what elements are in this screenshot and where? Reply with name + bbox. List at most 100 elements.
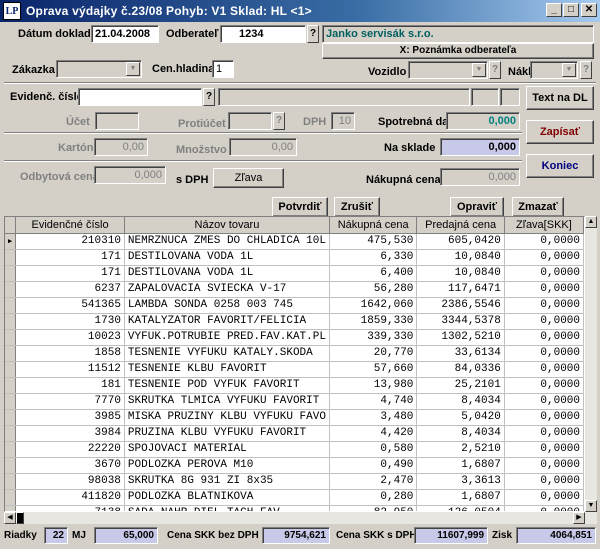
opravit-button[interactable]: Opraviť — [450, 197, 504, 217]
items-grid[interactable]: Evidenčné číslo Názov tovaru Nákupná cen… — [4, 216, 585, 512]
evid-input[interactable] — [78, 88, 202, 106]
protiucet-lookup-button[interactable]: ? — [273, 112, 285, 130]
column-header[interactable]: Evidenčné číslo — [15, 217, 125, 234]
table-row[interactable]: 1858 TESNENIE VYFUKU KATALY.SKODA 20,770 33… — [5, 345, 584, 362]
table-row[interactable]: 181 TESNENIE POD VYFUK FAVORIT 13,980 25,21… — [5, 377, 584, 394]
poznamka-button[interactable]: X: Poznámka odberateľa — [322, 43, 594, 59]
text-na-dl-button[interactable]: Text na DL — [526, 86, 594, 110]
row-indicator[interactable] — [5, 313, 17, 330]
maximize-button[interactable]: □ — [563, 3, 579, 17]
table-row[interactable]: 10023 VYFUK.POTRUBIE PRED.FAV.KAT.PL 339,3… — [5, 329, 584, 346]
predajna-cena-cell: 10,0840 — [416, 265, 505, 282]
s-dph-total-label: Cena SKK s DPH — [336, 530, 417, 541]
table-row[interactable]: 171 DESTILOVANA VODA 1L 6,330 10,0840 0,0000 — [5, 249, 584, 266]
row-indicator[interactable]: ▶ — [5, 233, 17, 250]
dph-input[interactable]: 10 — [331, 112, 355, 130]
scroll-right-icon[interactable]: ▶ — [573, 512, 585, 524]
row-indicator[interactable] — [5, 409, 17, 426]
zrusit-button[interactable]: Zrušiť — [334, 197, 380, 217]
ucet-input[interactable] — [95, 112, 139, 130]
vozidlo-select[interactable]: ▼ — [408, 61, 488, 79]
row-indicator[interactable] — [5, 361, 17, 378]
zakazka-select[interactable]: ▼ — [56, 60, 142, 78]
nazov-tovaru-cell: PRUZINA KLBU VYFUKU FAVORIT — [124, 425, 330, 442]
evid-lookup-button[interactable]: ? — [203, 88, 215, 106]
row-indicator[interactable] — [5, 377, 17, 394]
s-dph-label: s DPH — [176, 174, 209, 186]
nakupna-cena-cell: 475,530 — [329, 233, 418, 250]
close-button[interactable]: ✕ — [581, 3, 597, 17]
scroll-left-icon[interactable]: ◀ — [4, 512, 16, 524]
row-indicator[interactable] — [5, 457, 17, 474]
cenhladina-input[interactable]: 1 — [212, 60, 234, 78]
odberatel-lookup-button[interactable]: ? — [307, 25, 319, 43]
horizontal-scrollbar[interactable]: ◀ ▶ — [4, 512, 597, 524]
nakupna-cena-cell: 57,660 — [329, 361, 418, 378]
nakl-lookup-button[interactable]: ? — [580, 61, 592, 79]
table-row[interactable]: 171 DESTILOVANA VODA 1L 6,400 10,0840 0,0000 — [5, 265, 584, 282]
column-header[interactable]: Nákupná cena — [329, 217, 418, 234]
items-table[interactable]: Evidenčné číslo Názov tovaru Nákupná cen… — [5, 217, 584, 511]
scroll-thumb[interactable] — [16, 512, 24, 524]
nakupna-cena-cell: 20,770 — [329, 345, 418, 362]
row-indicator[interactable] — [5, 281, 17, 298]
mnozstvo-input[interactable]: 0,00 — [229, 138, 297, 156]
nakupna-cena-cell: 1859,330 — [329, 313, 418, 330]
row-indicator[interactable] — [5, 329, 17, 346]
nazov-tovaru-cell: NEMRZNUCA ZMES DO CHLADICA 10L — [124, 233, 330, 250]
zlava-cell: 0,0000 — [504, 505, 584, 511]
title-bar[interactable]: LP Oprava výdajky č.23/08 Pohyb: V1 Skla… — [0, 0, 600, 22]
table-row[interactable]: 3985 MISKA PRUZINY KLBU VYFUKU FAVO 3,480 5… — [5, 409, 584, 426]
row-indicator[interactable] — [5, 441, 17, 458]
column-header[interactable]: Predajná cena — [416, 217, 505, 234]
nazov-tovaru-cell: VYFUK.POTRUBIE PRED.FAV.KAT.PL — [124, 329, 330, 346]
row-indicator[interactable] — [5, 393, 17, 410]
table-row[interactable]: 22220 SPOJOVACI MATERIAL 0,580 2,5210 0,0000 — [5, 441, 584, 458]
chevron-down-icon: ▼ — [562, 63, 576, 77]
odbytova-input[interactable]: 0,000 — [94, 166, 166, 184]
table-row[interactable]: ▶ 210310 NEMRZNUCA ZMES DO CHLADICA 10L 475… — [5, 233, 584, 250]
row-indicator[interactable] — [5, 473, 17, 490]
row-indicator[interactable] — [5, 249, 17, 266]
row-indicator[interactable] — [5, 425, 17, 442]
nakl-select[interactable]: ▼ — [530, 61, 578, 79]
zlava-cell: 0,0000 — [504, 361, 584, 378]
vozidlo-lookup-button[interactable]: ? — [489, 61, 501, 79]
zlava-button[interactable]: Zľava — [213, 168, 284, 188]
zmazat-button[interactable]: Zmazať — [512, 197, 564, 217]
row-indicator[interactable] — [5, 297, 17, 314]
table-row[interactable]: 6237 ZAPALOVACIA SVIECKA V-17 56,280 117,64… — [5, 281, 584, 298]
koniec-button[interactable]: Koniec — [526, 154, 594, 178]
row-indicator[interactable] — [5, 505, 17, 511]
zapisat-button[interactable]: Zapísať — [526, 120, 594, 144]
row-indicator[interactable] — [5, 345, 17, 362]
karton-input[interactable]: 0,00 — [94, 138, 148, 156]
table-row[interactable]: 411820 PODLOZKA BLATNIKOVA 0,280 1,6807 0,00… — [5, 489, 584, 506]
row-indicator[interactable] — [5, 489, 17, 506]
table-row[interactable]: 98038 SKRUTKA 8G 931 ZI 8x35 2,470 3,3613 0,… — [5, 473, 584, 490]
protiucet-input[interactable] — [228, 112, 272, 130]
table-row[interactable]: 3670 PODLOZKA PEROVA M10 0,490 1,6807 0,0000 — [5, 457, 584, 474]
table-row[interactable]: 7770 SKRUTKA TLMICA VYFUKU FAVORIT 4,740 8,… — [5, 393, 584, 410]
zlava-cell: 0,0000 — [504, 329, 584, 346]
minimize-button[interactable]: _ — [546, 3, 562, 17]
table-row[interactable]: 1730 KATALYZATOR FAVORIT/FELICIA 1859,330 3… — [5, 313, 584, 330]
potvrdit-button[interactable]: Potvrdiť — [272, 197, 328, 217]
table-row[interactable]: 3984 PRUZINA KLBU VYFUKU FAVORIT 4,420 8,40… — [5, 425, 584, 442]
column-header[interactable]: Zľava[SKK] — [504, 217, 584, 234]
table-row[interactable]: 541365 LAMBDA SONDA 0258 003 745 1642,060 2… — [5, 297, 584, 314]
predajna-cena-cell: 1,6807 — [416, 457, 505, 474]
table-row[interactable]: 11512 TESNENIE KLBU FAVORIT 57,660 84,0336 0… — [5, 361, 584, 378]
row-indicator[interactable] — [5, 265, 17, 282]
predajna-cena-cell: 126,0504 — [416, 505, 505, 511]
vertical-scrollbar[interactable]: ▲ ▼ — [585, 216, 597, 512]
predajna-cena-cell: 10,0840 — [416, 249, 505, 266]
column-header[interactable]: Názov tovaru — [124, 217, 330, 234]
odberatel-code-input[interactable]: 1234 — [220, 25, 306, 43]
scroll-up-icon[interactable]: ▲ — [585, 216, 597, 228]
table-row[interactable]: 7138SADA NAHR.DIEL.TACH.FAV.82,950126,05… — [5, 505, 584, 511]
nakupna-input[interactable]: 0,000 — [440, 168, 520, 186]
nakupna-label: Nákupná cena — [366, 174, 441, 186]
datum-input[interactable]: 21.04.2008 — [91, 25, 159, 43]
scroll-down-icon[interactable]: ▼ — [585, 500, 597, 512]
